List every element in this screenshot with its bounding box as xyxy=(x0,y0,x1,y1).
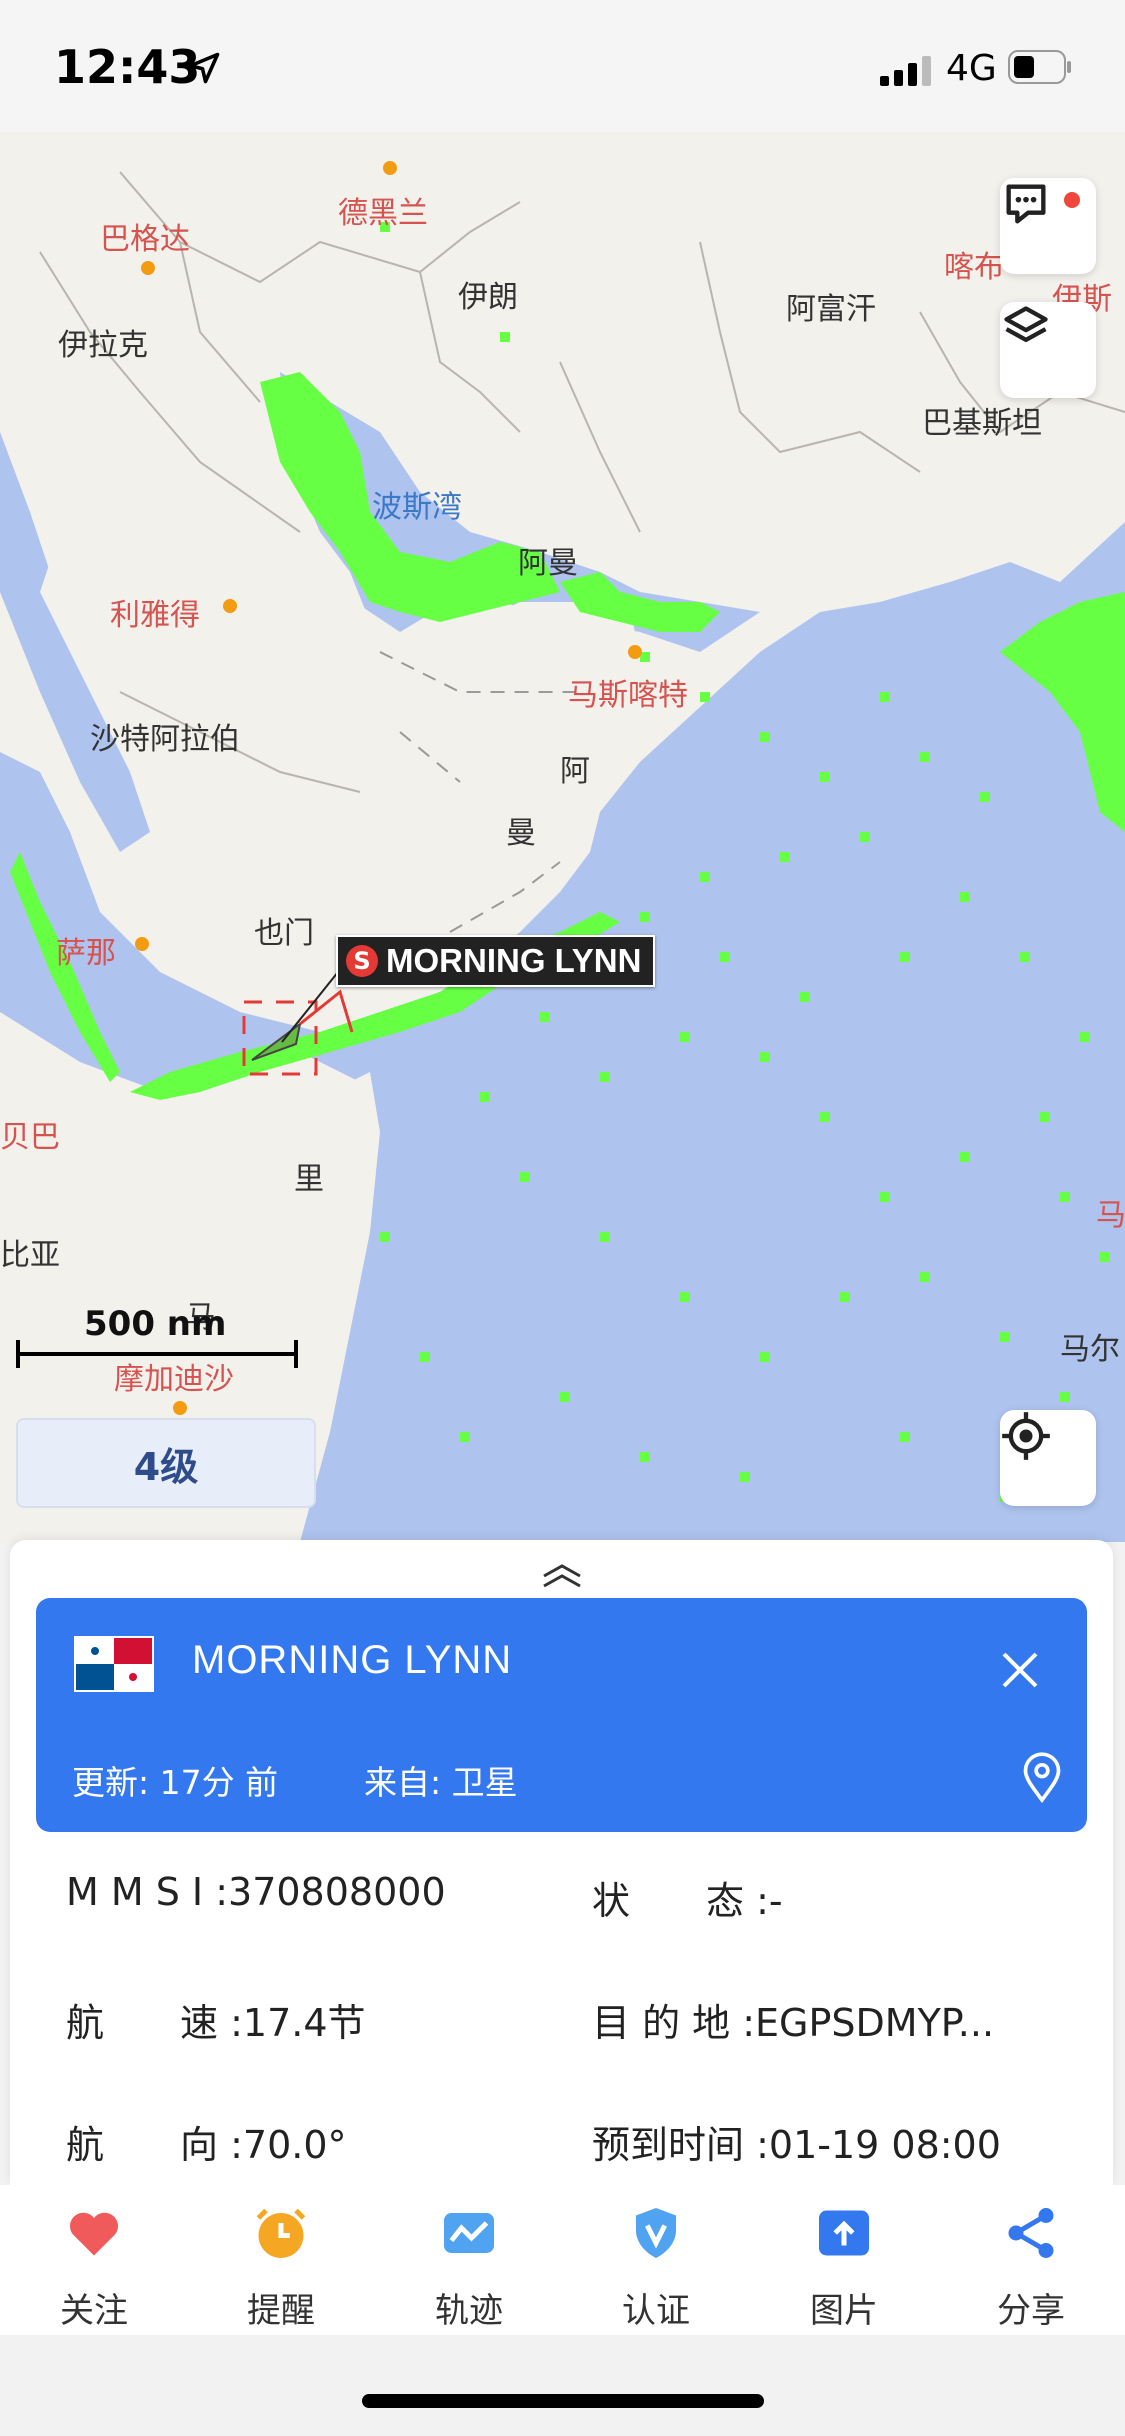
map-label-djibouti: 贝巴 xyxy=(0,1120,60,1155)
bottom-action-bar: 关注 提醒 轨迹 认证 图片 分享 xyxy=(0,2185,1125,2335)
mmsi-value: 370808000 xyxy=(228,1870,446,1914)
cellular-signal-icon xyxy=(880,56,931,86)
map-label-oman: 阿曼 xyxy=(518,546,578,581)
map-label-pakistan: 巴基斯坦 xyxy=(922,406,1042,441)
status-row: 状 态 : - xyxy=(592,1870,783,1925)
crosshair-icon xyxy=(1002,1412,1050,1460)
ship-info-sheet: MORNING LYNN 更新: 17分 前 来自: 卫星 M M S I : … xyxy=(10,1540,1113,2185)
alarm-clock-icon xyxy=(256,2208,306,2258)
map-label-tehran: 德黑兰 xyxy=(338,196,428,231)
locate-me-button[interactable] xyxy=(1000,1410,1096,1506)
tab-reminder-label: 提醒 xyxy=(247,2291,315,2331)
network-type: 4G xyxy=(946,48,997,89)
scale-label: 500 nm xyxy=(84,1304,227,1344)
battery-icon xyxy=(1008,50,1071,84)
track-icon xyxy=(444,2213,494,2253)
tab-follow-label: 关注 xyxy=(60,2291,128,2331)
status-time: 12:43 xyxy=(54,40,201,94)
map-label-oman-b: 曼 xyxy=(506,816,536,851)
chat-bubble-icon xyxy=(1006,184,1046,224)
destination-value: EGPSDMYP... xyxy=(755,2001,995,2045)
map-label-afghanistan: 阿富汗 xyxy=(786,292,876,327)
verified-shield-icon xyxy=(636,2208,676,2258)
course-label: 航 向 : xyxy=(66,2123,243,2167)
tab-verify-label: 认证 xyxy=(622,2291,690,2331)
course-value: 70.0° xyxy=(242,2123,347,2167)
tab-images[interactable]: 图片 xyxy=(750,2185,938,2335)
panama-flag-icon xyxy=(74,1636,154,1692)
tab-share-label: 分享 xyxy=(997,2291,1065,2331)
map-label-kabul: 喀布 xyxy=(944,250,1004,285)
tab-verify[interactable]: 认证 xyxy=(562,2185,750,2335)
map-label-maldives: 马尔 xyxy=(1060,1332,1120,1367)
tab-follow[interactable]: 关注 xyxy=(0,2185,188,2335)
heart-icon xyxy=(69,2212,119,2256)
ship-map-name: MORNING LYNN xyxy=(386,942,642,979)
speed-value: 17.4节 xyxy=(242,2001,366,2045)
expand-chevron-icon[interactable] xyxy=(540,1562,584,1590)
map-label-iraq: 伊拉克 xyxy=(58,328,148,363)
ship-header-card: MORNING LYNN 更新: 17分 前 来自: 卫星 xyxy=(36,1598,1087,1832)
tab-share[interactable]: 分享 xyxy=(937,2185,1125,2335)
home-indicator[interactable] xyxy=(362,2394,764,2408)
course-row: 航 向 : 70.0° xyxy=(66,2114,347,2169)
status-label: 状 态 : xyxy=(592,1879,769,1923)
map-label-yemen: 也门 xyxy=(254,916,314,951)
speed-row: 航 速 : 17.4节 xyxy=(66,1992,366,2047)
status-bar: 12:43 4G xyxy=(0,0,1125,132)
ship-map-label[interactable]: S MORNING LYNN xyxy=(336,935,656,987)
map-label-riyadh: 利雅得 xyxy=(110,598,200,633)
destination-row: 目 的 地 : EGPSDMYP... xyxy=(592,1992,994,2047)
map-label-mogadishu: 摩加迪沙 xyxy=(114,1362,234,1397)
close-icon[interactable] xyxy=(996,1646,1044,1694)
map-label-saudi-arabia: 沙特阿拉伯 xyxy=(90,722,240,757)
map-label-baghdad: 巴格达 xyxy=(100,222,190,257)
tab-track-label: 轨迹 xyxy=(435,2291,503,2331)
location-arrow-icon xyxy=(188,52,220,84)
data-source: 来自: 卫星 xyxy=(364,1763,518,1802)
eta-row: 预到时间 : 01-19 08:00 xyxy=(592,2114,1001,2169)
mmsi-row: M M S I : 370808000 xyxy=(66,1870,446,1914)
notification-dot xyxy=(1064,192,1080,208)
layers-button[interactable] xyxy=(1000,302,1096,398)
share-icon xyxy=(1008,2208,1054,2258)
mmsi-label: M M S I : xyxy=(66,1870,229,1914)
map-label-persian-gulf: 波斯湾 xyxy=(372,490,462,525)
update-time: 更新: 17分 前 xyxy=(72,1763,279,1802)
tab-track[interactable]: 轨迹 xyxy=(375,2185,563,2335)
message-button[interactable] xyxy=(1000,178,1096,274)
map-label-sanaa: 萨那 xyxy=(56,936,116,971)
eta-label: 预到时间 : xyxy=(592,2123,769,2167)
map-label-iran: 伊朗 xyxy=(458,280,518,315)
eta-value: 01-19 08:00 xyxy=(768,2123,1001,2167)
ship-name: MORNING LYNN xyxy=(192,1638,513,1682)
map-view[interactable]: 巴格达 德黑兰 伊朗 伊拉克 阿富汗 巴基斯坦 喀布 伊斯 波斯湾 阿曼 利雅得… xyxy=(0,132,1125,1542)
zoom-level-indicator: 4级 xyxy=(16,1418,316,1508)
image-upload-icon xyxy=(819,2210,869,2256)
map-label-somalia-li: 里 xyxy=(294,1162,324,1197)
speed-label: 航 速 : xyxy=(66,2001,243,2045)
map-label-ethiopia: 比亚 xyxy=(0,1238,60,1273)
status-value: - xyxy=(768,1879,783,1923)
map-label-muscat: 马斯喀特 xyxy=(568,678,688,713)
tab-reminder[interactable]: 提醒 xyxy=(187,2185,375,2335)
layers-icon xyxy=(1004,306,1048,343)
tab-images-label: 图片 xyxy=(810,2291,878,2331)
destination-label: 目 的 地 : xyxy=(592,2001,756,2045)
satellite-source-badge: S xyxy=(346,945,378,977)
map-label-male: 马 xyxy=(1096,1198,1125,1233)
map-label-oman-a: 阿 xyxy=(560,754,590,789)
location-pin-icon[interactable] xyxy=(1020,1752,1064,1804)
